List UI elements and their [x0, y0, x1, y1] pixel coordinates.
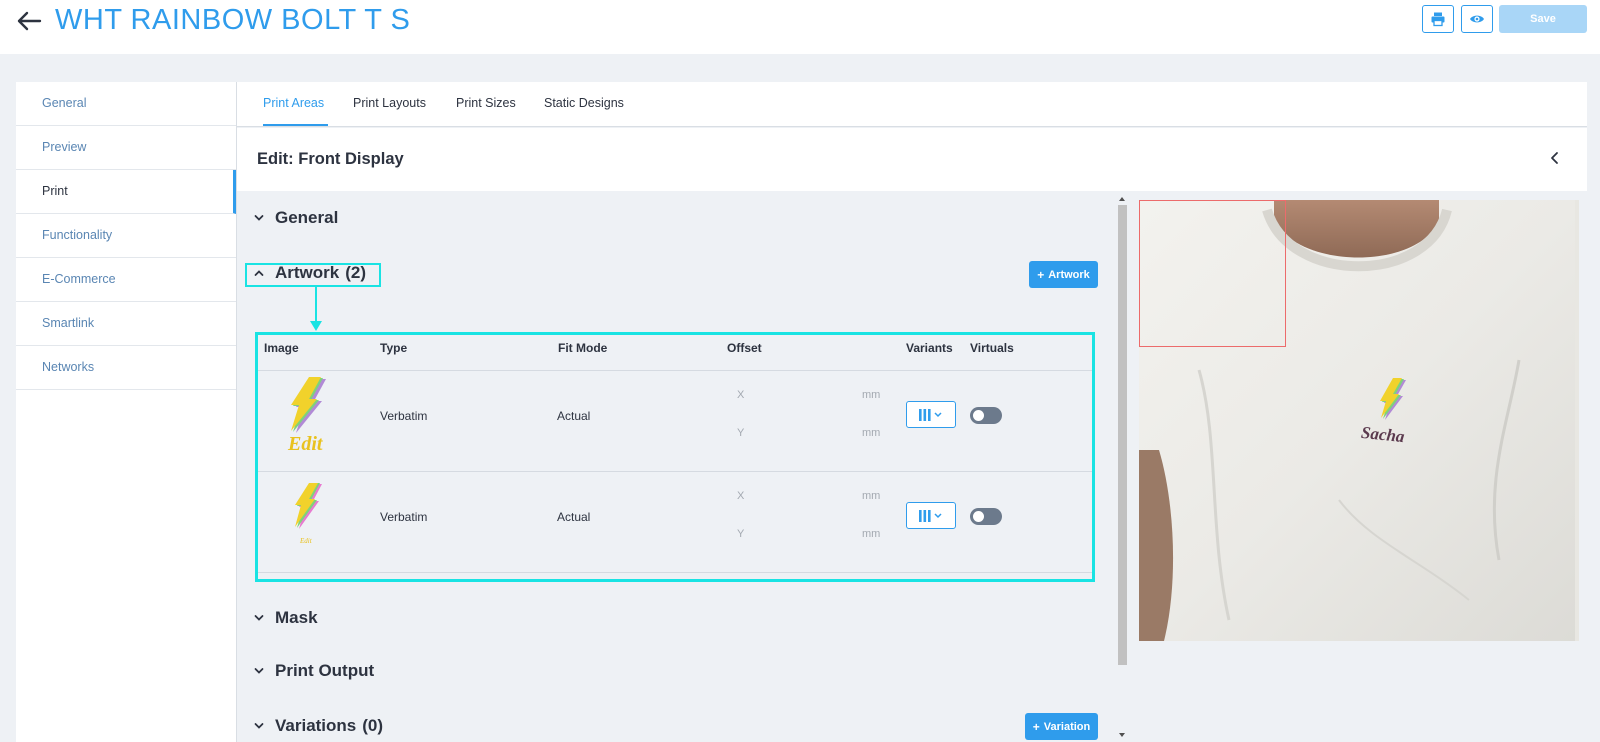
section-general-label: General [275, 208, 339, 227]
section-print-output-label: Print Output [275, 661, 375, 680]
offset-x-label: X [737, 389, 745, 401]
tab-print-areas[interactable]: Print Areas [263, 96, 324, 110]
chevron-down-icon [254, 723, 264, 729]
save-button[interactable]: Save [1499, 5, 1587, 33]
offset-y-label: Y [737, 528, 745, 540]
section-print-output[interactable]: Print Output [253, 661, 374, 681]
chevron-down-icon [254, 668, 264, 674]
virtuals-toggle[interactable] [970, 407, 1002, 424]
artwork-table: Image Type Fit Mode Offset Variants Virt… [255, 332, 1095, 582]
section-mask[interactable]: Mask [253, 608, 318, 628]
chevron-down-icon [254, 215, 264, 221]
sidebar-item-print[interactable]: Print [16, 170, 236, 214]
preview-button[interactable] [1461, 5, 1493, 33]
chevron-down-icon [254, 615, 264, 621]
print-area-box[interactable] [1139, 200, 1286, 347]
tab-print-sizes[interactable]: Print Sizes [456, 96, 516, 110]
chevron-left-icon[interactable] [1547, 150, 1563, 166]
offset-x-label: X [737, 490, 745, 502]
add-variation-button[interactable]: + Variation [1025, 713, 1098, 740]
columns-icon [919, 408, 942, 421]
col-fit-mode: Fit Mode [558, 341, 608, 355]
page-title: WHT RAINBOW BOLT T S [55, 4, 411, 36]
row-type: Verbatim [380, 409, 428, 423]
plus-icon: + [1032, 719, 1040, 734]
artwork-thumbnail-text: Edit [300, 537, 312, 545]
active-tab-indicator [263, 124, 328, 126]
sidebar-item-preview[interactable]: Preview [16, 126, 236, 170]
tab-static-designs[interactable]: Static Designs [544, 96, 624, 110]
artwork-thumbnail [295, 483, 322, 529]
artwork-highlight-box [245, 263, 381, 287]
toggle-knob [973, 410, 984, 421]
scroll-down-icon[interactable] [1117, 731, 1127, 739]
col-offset: Offset [727, 341, 762, 355]
row-fit-mode: Actual [557, 409, 591, 423]
add-artwork-button[interactable]: + Artwork [1029, 261, 1098, 288]
variants-dropdown[interactable] [906, 502, 956, 529]
add-variation-label: Variation [1043, 720, 1091, 733]
header-divider [258, 370, 1092, 371]
col-virtuals: Virtuals [970, 341, 1014, 355]
offset-y-unit[interactable]: mm [862, 528, 880, 540]
toggle-knob [973, 511, 984, 522]
col-image: Image [264, 341, 299, 355]
top-bar: WHT RAINBOW BOLT T S Save [0, 0, 1600, 54]
scroll-up-icon[interactable] [1117, 195, 1127, 203]
edit-header: Edit: Front Display [237, 128, 1587, 191]
section-variations-label: Variations [275, 716, 357, 735]
row-fit-mode: Actual [557, 510, 591, 524]
plus-icon: + [1037, 267, 1045, 282]
offset-x-unit[interactable]: mm [862, 490, 880, 502]
variants-dropdown[interactable] [906, 401, 956, 428]
sidebar-item-functionality[interactable]: Functionality [16, 214, 236, 258]
sidebar-item-smartlink[interactable]: Smartlink [16, 302, 236, 346]
virtuals-toggle[interactable] [970, 508, 1002, 525]
print-icon [1431, 12, 1445, 27]
annotation-connector [315, 287, 317, 324]
back-arrow-icon[interactable] [14, 6, 44, 36]
section-mask-label: Mask [275, 608, 318, 627]
col-variants: Variants [906, 341, 953, 355]
row-divider [258, 572, 1092, 573]
artwork-thumbnail [291, 377, 326, 433]
sidebar: General Preview Print Functionality E-Co… [16, 82, 236, 742]
section-variations[interactable]: Variations (0) [253, 716, 383, 736]
col-type: Type [380, 341, 408, 355]
offset-y-unit[interactable]: mm [862, 427, 880, 439]
variations-count: (0) [362, 716, 384, 735]
tab-print-layouts[interactable]: Print Layouts [353, 96, 426, 110]
print-button[interactable] [1422, 5, 1454, 33]
tabs-bar: Print Areas Print Layouts Print Sizes St… [237, 82, 1587, 127]
offset-y-label: Y [737, 427, 745, 439]
edit-title: Edit: Front Display [257, 150, 404, 168]
section-general[interactable]: General [253, 208, 338, 228]
row-type: Verbatim [380, 510, 428, 524]
artwork-thumbnail-text: Edit [288, 433, 323, 455]
annotation-arrow-head [310, 321, 322, 331]
sidebar-item-general[interactable]: General [16, 82, 236, 126]
sidebar-item-ecommerce[interactable]: E-Commerce [16, 258, 236, 302]
columns-icon [919, 509, 942, 522]
add-artwork-label: Artwork [1048, 268, 1090, 281]
sidebar-item-networks[interactable]: Networks [16, 346, 236, 390]
scrollbar-thumb[interactable] [1118, 205, 1127, 665]
row-divider [258, 471, 1092, 472]
eye-icon [1470, 15, 1484, 23]
offset-x-unit[interactable]: mm [862, 389, 880, 401]
